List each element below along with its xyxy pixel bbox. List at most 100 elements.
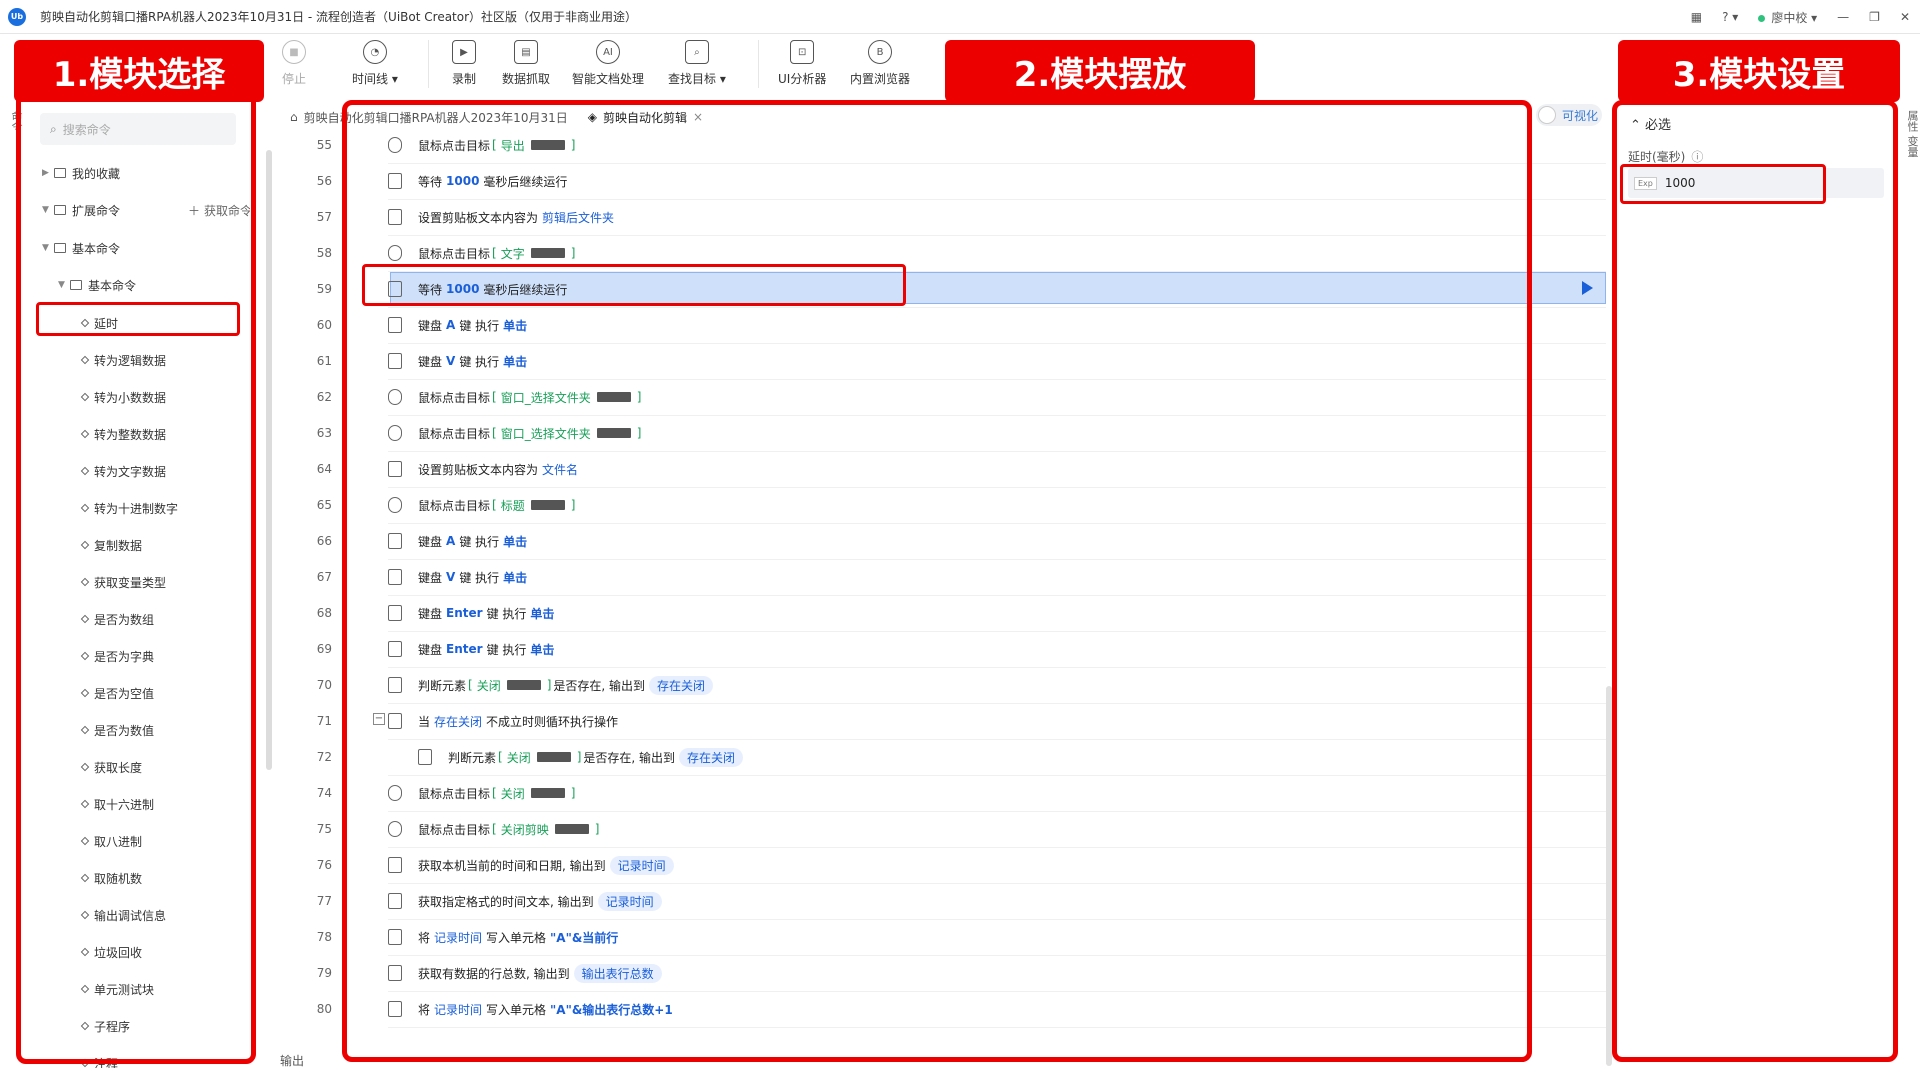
- flow-line[interactable]: 获取本机当前的时间和日期, 输出到 记录时间: [388, 850, 678, 880]
- command-icon: [388, 1001, 402, 1017]
- command-icon: [388, 713, 402, 729]
- command-icon: [388, 209, 402, 225]
- command-item[interactable]: 输出调试信息: [80, 903, 166, 927]
- delay-input[interactable]: Exp 1000: [1628, 168, 1884, 198]
- stop-button[interactable]: ■ 停止: [282, 40, 306, 87]
- flow-line[interactable]: 鼠标点击目标[文字]: [388, 238, 577, 268]
- flow-line[interactable]: 键盘 V 键 执行 单击: [388, 346, 531, 376]
- line-number: 75: [316, 822, 332, 836]
- command-item[interactable]: 取随机数: [80, 866, 142, 890]
- command-item[interactable]: 获取长度: [80, 755, 142, 779]
- record-button[interactable]: ▶ 录制: [452, 40, 476, 87]
- line-number: 79: [316, 966, 332, 980]
- search-icon: ⌕: [50, 121, 57, 136]
- tree-basic-sub[interactable]: ▼ 基本命令: [58, 273, 136, 297]
- flow-line[interactable]: 鼠标点击目标[关闭剪映]: [388, 814, 601, 844]
- command-item[interactable]: 是否为字典: [80, 644, 154, 668]
- flow-line[interactable]: 设置剪贴板文本内容为 文件名: [388, 454, 582, 484]
- tree-basic[interactable]: ▼ 基本命令: [42, 236, 120, 260]
- command-item[interactable]: 是否为数组: [80, 607, 154, 631]
- flow-line[interactable]: 判断元素[关闭] 是否存在, 输出到 存在关闭: [418, 742, 747, 772]
- flow-line[interactable]: 键盘 Enter 键 执行 单击: [388, 598, 558, 628]
- flow-line[interactable]: 将记录时间 写入单元格 "A"&输出表行总数+1: [388, 994, 677, 1024]
- close-icon[interactable]: ×: [693, 110, 703, 124]
- right-side-tab[interactable]: 属性 变量: [1900, 110, 1920, 158]
- command-item[interactable]: 转为十进制数字: [80, 496, 178, 520]
- flow-line[interactable]: 将记录时间 写入单元格 "A"&当前行: [388, 922, 622, 952]
- flow-line[interactable]: 鼠标点击目标[窗口_选择文件夹]: [388, 382, 643, 412]
- command-item[interactable]: 取八进制: [80, 829, 142, 853]
- run-line-icon[interactable]: [1582, 281, 1593, 295]
- line-number: 55: [316, 138, 332, 152]
- command-item[interactable]: 获取变量类型: [80, 570, 166, 594]
- chevron-up-icon: ⌃: [1630, 118, 1646, 133]
- flow-line[interactable]: 鼠标点击目标[导出]: [388, 130, 577, 160]
- get-commands-button[interactable]: ＋获取命令: [188, 198, 250, 222]
- flow-line[interactable]: 鼠标点击目标[关闭]: [388, 778, 577, 808]
- user-menu[interactable]: 廖中校 ▾: [1758, 9, 1817, 26]
- command-item[interactable]: 是否为空值: [80, 681, 154, 705]
- flow-line[interactable]: 判断元素[关闭] 是否存在, 输出到 存在关闭: [388, 670, 717, 700]
- command-item[interactable]: 转为小数数据: [80, 385, 166, 409]
- section-required[interactable]: ⌃ 必选: [1630, 114, 1671, 133]
- command-item[interactable]: 转为逻辑数据: [80, 348, 166, 372]
- minimize-icon[interactable]: —: [1837, 10, 1849, 24]
- search-input[interactable]: ⌕ 搜索命令: [40, 113, 236, 145]
- tab-jianying[interactable]: ◈ 剪映自动化剪辑 ×: [577, 104, 714, 130]
- ai-doc-button[interactable]: AI 智能文档处理: [572, 40, 644, 87]
- close-icon[interactable]: ✕: [1900, 10, 1910, 24]
- command-item[interactable]: 单元测试块: [80, 977, 154, 1001]
- tree-favorites[interactable]: ▶ 我的收藏: [42, 161, 120, 185]
- command-item[interactable]: 转为文字数据: [80, 459, 166, 483]
- row-divider: [388, 847, 1606, 848]
- timeline-button[interactable]: ◔ 时间线 ▾: [352, 40, 398, 87]
- row-divider: [388, 667, 1606, 668]
- flow-line[interactable]: 键盘 V 键 执行 单击: [388, 562, 531, 592]
- command-item[interactable]: 是否为数值: [80, 718, 154, 742]
- help-icon[interactable]: ? ▾: [1722, 10, 1738, 24]
- flow-line[interactable]: 鼠标点击目标[标题]: [388, 490, 577, 520]
- data-grab-button[interactable]: ▤ 数据抓取: [502, 40, 550, 87]
- editor-scrollbar[interactable]: [1606, 686, 1612, 1066]
- line-number: 70: [316, 678, 332, 692]
- flow-line[interactable]: 设置剪贴板文本内容为 剪辑后文件夹: [388, 202, 618, 232]
- command-item[interactable]: 垃圾回收: [80, 940, 142, 964]
- visual-toggle[interactable]: 可视化: [1536, 104, 1602, 126]
- tree-extensions[interactable]: ▼ 扩展命令: [42, 198, 120, 222]
- exp-tag[interactable]: Exp: [1634, 176, 1657, 190]
- data-grab-icon: ▤: [514, 40, 538, 64]
- flow-line[interactable]: 获取指定格式的时间文本, 输出到 记录时间: [388, 886, 666, 916]
- restore-icon[interactable]: ❐: [1869, 10, 1880, 24]
- command-item[interactable]: 取十六进制: [80, 792, 154, 816]
- flow-line[interactable]: 获取有数据的行总数, 输出到 输出表行总数: [388, 958, 666, 988]
- row-divider: [388, 919, 1606, 920]
- command-item[interactable]: 转为整数数据: [80, 422, 166, 446]
- left-side-tab[interactable]: 命令: [4, 110, 24, 132]
- flow-line[interactable]: 鼠标点击目标[窗口_选择文件夹]: [388, 418, 643, 448]
- flow-line[interactable]: 等待 1000 毫秒后继续运行: [388, 166, 567, 196]
- output-tab[interactable]: 输出: [280, 1052, 304, 1069]
- delay-label: 延时(毫秒) ⓘ: [1628, 150, 1704, 164]
- ui-analyzer-button[interactable]: ⊡ UI分析器: [778, 40, 826, 87]
- flow-line[interactable]: 键盘 Enter 键 执行 单击: [388, 634, 558, 664]
- flow-line[interactable]: 等待 1000 毫秒后继续运行: [388, 274, 567, 304]
- flow-line[interactable]: 键盘 A 键 执行 单击: [388, 310, 531, 340]
- flow-line[interactable]: 键盘 A 键 执行 单击: [388, 526, 531, 556]
- flow-line[interactable]: 当存在关闭 不成立时则循环执行操作: [388, 706, 618, 736]
- browser-button[interactable]: B 内置浏览器: [850, 40, 910, 87]
- command-item[interactable]: 注释: [80, 1051, 118, 1068]
- command-item[interactable]: 延时: [80, 311, 118, 335]
- command-item[interactable]: 复制数据: [80, 533, 142, 557]
- command-item[interactable]: 子程序: [80, 1014, 130, 1038]
- apps-icon[interactable]: ▦: [1691, 10, 1702, 24]
- left-scrollbar[interactable]: [266, 150, 272, 770]
- annotation-label-3: 3.模块设置: [1618, 40, 1900, 102]
- collapse-icon[interactable]: −: [373, 713, 385, 725]
- window-title: 剪映自动化剪辑口播RPA机器人2023年10月31日 - 流程创造者（UiBot…: [40, 10, 638, 24]
- chevron-right-icon: ▶: [42, 168, 49, 178]
- mouse-icon: [388, 389, 402, 405]
- tab-main-flow[interactable]: ⌂ 剪映自动化剪辑口播RPA机器人2023年10月31日: [280, 104, 578, 130]
- find-target-button[interactable]: ⌕ 查找目标 ▾: [668, 40, 726, 87]
- help-icon[interactable]: ⓘ: [1691, 150, 1703, 164]
- line-number: 59: [316, 282, 332, 296]
